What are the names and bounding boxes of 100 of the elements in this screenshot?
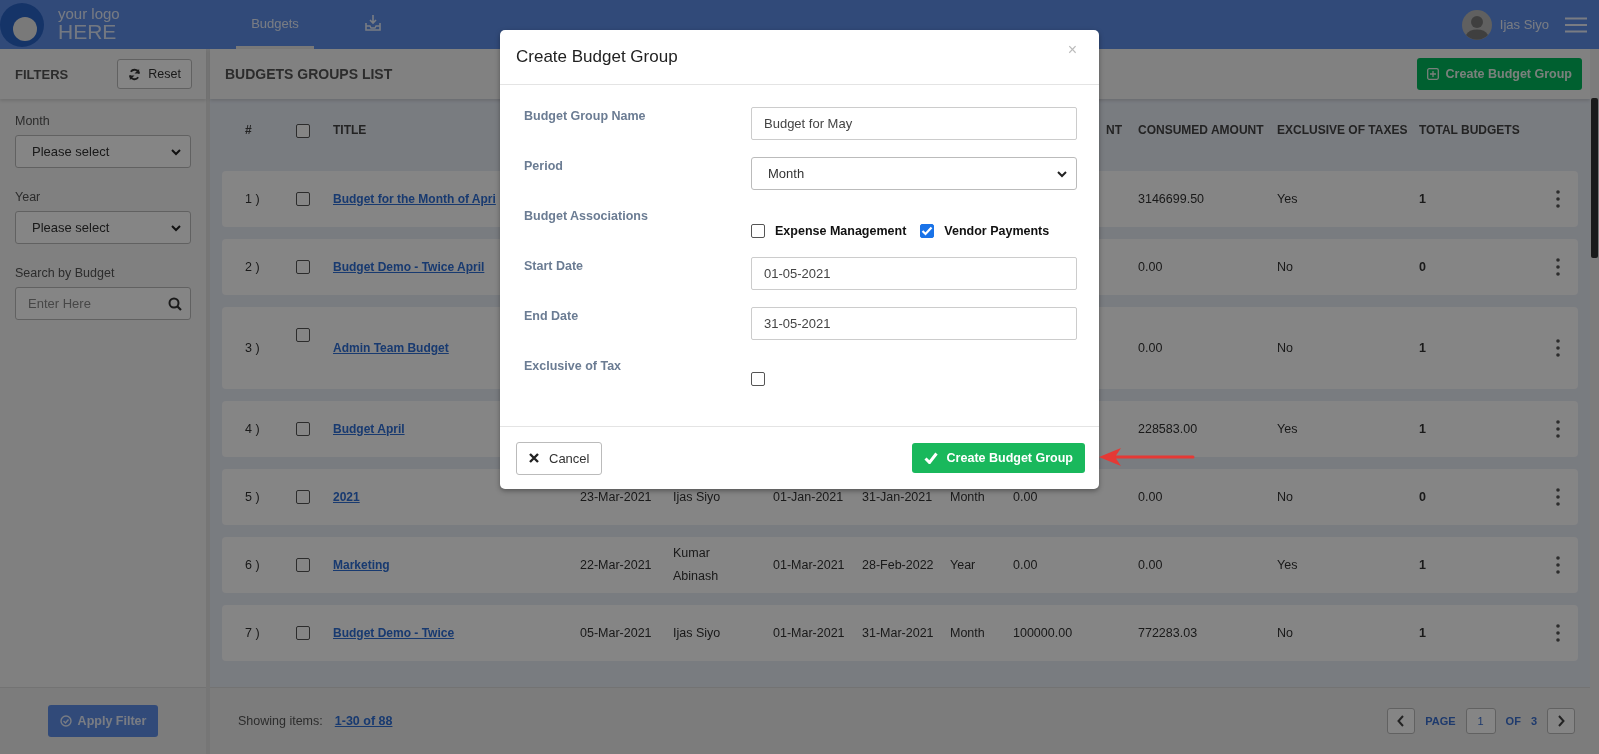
title-link[interactable]: Budget Demo - Twice [333,625,455,640]
more-icon[interactable] [1556,488,1560,506]
table-cell: 0 [1419,489,1426,504]
apply-filter-button[interactable]: Apply Filter [47,705,159,737]
cancel-button[interactable]: Cancel [516,441,603,475]
input-field[interactable]: 01-05-2021 [751,257,1077,290]
table-cell: 7 ) [245,625,260,640]
select-field[interactable]: Please select [15,211,191,244]
column-header: CONSUMED AMOUNT [1138,123,1264,137]
logo-text: your logo [58,7,120,22]
table-cell: Yes [1277,421,1298,436]
more-icon[interactable] [1556,624,1560,642]
checkbox[interactable] [296,327,310,342]
table-cell: No [1277,259,1293,274]
table-cell: 31-Mar-2021 [862,625,934,640]
title-link[interactable]: Marketing [333,557,390,572]
page-count: 3 [1530,715,1537,727]
table-cell: 05-Mar-2021 [580,625,652,640]
more-icon[interactable] [1556,420,1560,438]
table-cell: 1 [1419,421,1426,436]
checkbox[interactable] [296,625,310,640]
select-field[interactable]: Please select [15,135,191,168]
title-link[interactable]: Budget Demo - Twice April [333,259,485,274]
refresh-icon [128,67,142,81]
previous-page-button[interactable] [1387,708,1416,734]
table-cell: 4 ) [245,421,260,436]
column-header: NT [1106,123,1122,137]
reset-button[interactable]: Reset [117,59,192,89]
field-label: Start Date [524,258,585,275]
table-cell: Ijas Siyo [673,625,721,640]
more-icon[interactable] [1556,339,1560,357]
table-cell: No [1277,625,1293,640]
create-budget-group-button[interactable]: Create Budget Group [1416,58,1582,90]
checkbox[interactable] [920,224,935,238]
table-cell: 0.00 [1013,489,1038,504]
column-header: # [245,123,252,137]
field-label: Month [15,114,51,128]
check-icon [923,452,938,464]
table-cell: 1 [1419,625,1426,640]
filters-title: FILTERS [15,66,69,82]
table-cell: 28-Feb-2022 [862,557,934,572]
close-button[interactable]: × [1067,41,1077,59]
table-cell: 1 [1419,191,1426,206]
title-link[interactable]: Budget for the Month of Apri [333,191,496,206]
table-cell: Ijas Siyo [673,489,721,504]
table-cell: 1 [1419,340,1426,355]
more-icon[interactable] [1556,258,1560,276]
close-icon [529,453,539,463]
table-cell: Yes [1277,191,1298,206]
next-page-button[interactable] [1547,708,1575,734]
checkbox[interactable] [296,191,310,206]
page-label: OF [1505,715,1521,727]
table-cell: 0.00 [1138,489,1163,504]
table-cell: 01-Mar-2021 [773,557,845,572]
title-link[interactable]: Budget April [333,421,405,436]
download-tray-icon [364,14,382,32]
checkbox[interactable] [296,421,310,436]
table-cell: 100000.00 [1013,625,1073,640]
table-cell: 1 [1419,557,1426,572]
field-label: Budget Associations [524,208,649,225]
table-cell: 0.00 [1138,259,1163,274]
table-cell: 23-Mar-2021 [580,489,652,504]
check-circle-icon [59,715,72,727]
table-cell: 0.00 [1013,557,1038,572]
more-icon[interactable] [1556,556,1560,574]
checkbox[interactable] [296,259,310,274]
input-field[interactable]: 31-05-2021 [751,307,1077,340]
table-cell: 3146699.50 [1138,191,1205,206]
scrollbar-thumb[interactable] [1591,98,1598,258]
title-link[interactable]: Admin Team Budget [333,340,449,355]
checkbox[interactable] [296,489,310,504]
input-field[interactable]: Budget for May [751,107,1077,140]
checkbox-label: Vendor Payments [944,224,1050,238]
table-cell: Month [950,489,985,504]
table-cell: Yes [1277,557,1298,572]
field-label: Year [15,190,42,204]
table-cell: 6 ) [245,557,260,572]
title-link[interactable]: 2021 [333,489,360,504]
column-header: EXCLUSIVE OF TAXES [1277,123,1408,137]
create-budget-group-button[interactable]: Create Budget Group [911,443,1085,473]
page-field[interactable]: 1 [1465,708,1496,734]
checkbox[interactable] [296,123,310,138]
field-label: Search by Budget [15,266,116,280]
checkbox[interactable] [751,372,765,386]
checkbox[interactable] [296,557,310,572]
table-cell: 1 ) [245,191,260,206]
search-field[interactable]: Enter Here [15,287,191,320]
field-label: Budget Group Name [524,108,647,125]
showing-link[interactable]: 1-30 of 88 [334,714,393,728]
more-icon[interactable] [1556,190,1560,208]
column-header: TITLE [333,123,367,137]
table-cell: 01-Jan-2021 [773,489,844,504]
user-name[interactable]: Ijas Siyo [1499,17,1549,32]
menu-icon[interactable] [1565,16,1587,33]
showing-label: Showing items: [238,714,323,728]
checkbox[interactable] [751,224,765,238]
table-cell: 3 ) [245,340,260,355]
checkbox-label: Expense Management [775,224,907,238]
select-field[interactable]: Month [751,157,1077,190]
table-cell: 31-Jan-2021 [862,489,933,504]
